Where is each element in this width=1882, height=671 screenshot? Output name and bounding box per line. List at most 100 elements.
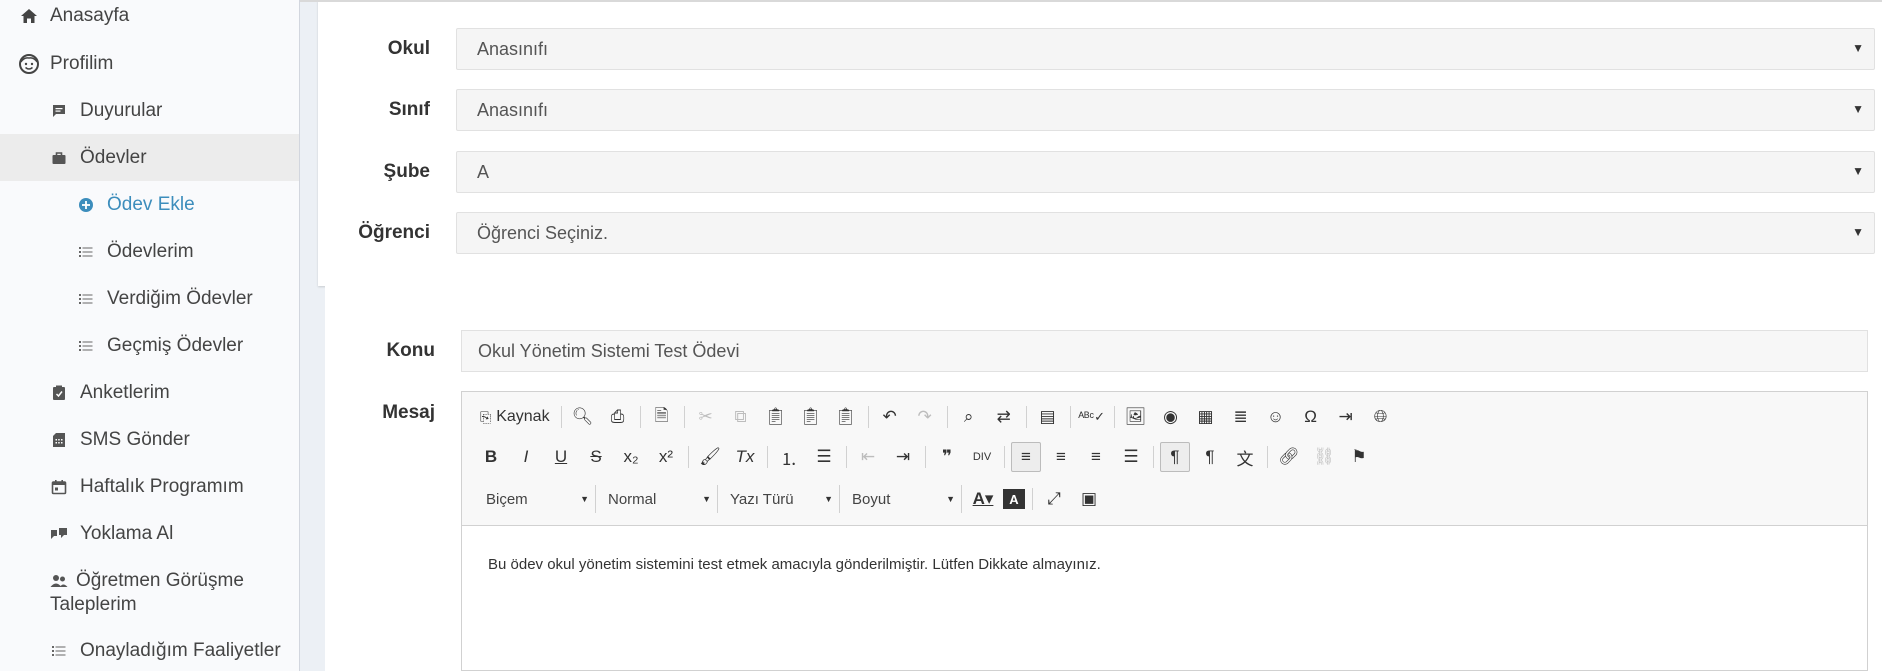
- special-char-icon[interactable]: Ω: [1296, 402, 1326, 432]
- blockquote-icon[interactable]: ❞: [932, 442, 962, 472]
- copy-icon[interactable]: ⧉: [726, 402, 756, 432]
- sidebar-item-label: Haftalık Programım: [80, 475, 244, 497]
- sidebar-item-odev-ekle[interactable]: Ödev Ekle: [0, 181, 299, 228]
- indent-icon[interactable]: ⇥: [888, 442, 918, 472]
- toolbar-row-1: ⎘ Kaynak 🔍︎ ⎙ 🗎 ✂ ⧉ 📋︎ 📋︎ 📋︎ ↶ ↷ ⌕ ⇄ ▤ ᴬᴮ…: [476, 400, 1401, 434]
- toolbar-separator: [683, 406, 685, 428]
- print-icon[interactable]: ⎙: [603, 402, 633, 432]
- align-justify-icon[interactable]: ☰: [1116, 442, 1146, 472]
- bulleted-list-icon[interactable]: ☰: [809, 442, 839, 472]
- align-left-icon[interactable]: ≡: [1011, 442, 1041, 472]
- chevron-down-icon: ▼: [1852, 41, 1864, 55]
- sidebar-item-label: SMS Gönder: [80, 428, 190, 450]
- editor-content[interactable]: Bu ödev okul yönetim sistemini test etme…: [488, 556, 1101, 573]
- toolbar-separator: [1113, 406, 1115, 428]
- sidebar-item-odevler[interactable]: Ödevler: [0, 134, 299, 181]
- undo-icon[interactable]: ↶: [875, 402, 905, 432]
- ogrenci-select[interactable]: Öğrenci Seçiniz. ▼: [456, 212, 1875, 254]
- numbered-list-icon[interactable]: ⒈: [774, 442, 804, 472]
- outdent-icon[interactable]: ⇤: [853, 442, 883, 472]
- show-blocks-icon[interactable]: ▣: [1074, 484, 1104, 514]
- sidebar-item-ogretmen-gorusme[interactable]: Öğretmen Görüşme Taleplerim: [0, 570, 299, 630]
- bg-color-icon[interactable]: A: [1003, 489, 1025, 509]
- paste-text-icon[interactable]: 📋︎: [796, 402, 826, 432]
- sidebar-item-profilim[interactable]: Profilim: [0, 40, 299, 87]
- face-icon: [18, 53, 40, 75]
- redo-icon[interactable]: ↷: [910, 402, 940, 432]
- sidebar-item-label: Profilim: [50, 52, 114, 74]
- sidebar-item-anasayfa[interactable]: Anasayfa: [0, 0, 299, 39]
- find-icon[interactable]: ⌕: [954, 402, 984, 432]
- subscript-icon[interactable]: x₂: [616, 442, 646, 472]
- plus-circle-icon: [75, 194, 97, 216]
- caret-down-icon: ▼: [580, 494, 589, 504]
- preview-icon[interactable]: 🔍︎: [568, 402, 598, 432]
- unlink-icon[interactable]: ⛓: [1309, 442, 1339, 472]
- sidebar-item-onayladigim-faaliyetler[interactable]: Onayladığım Faaliyetler: [0, 627, 299, 671]
- anchor-icon[interactable]: ⚑: [1344, 442, 1374, 472]
- sidebar-item-gecmis-odevler[interactable]: Geçmiş Ödevler: [0, 322, 299, 369]
- maximize-icon[interactable]: ⤢: [1039, 484, 1069, 514]
- language-icon[interactable]: 文: [1230, 442, 1260, 472]
- sidebar-item-odevlerim[interactable]: Ödevlerim: [0, 228, 299, 275]
- ogrenci-label: Öğrenci: [358, 222, 430, 243]
- spellcheck-icon[interactable]: ᴬᴮᶜ✓: [1077, 402, 1107, 432]
- sidebar-item-haftalik-programim[interactable]: Haftalık Programım: [0, 463, 299, 510]
- toolbar-separator: [1069, 406, 1071, 428]
- text-color-icon[interactable]: A▾: [968, 484, 998, 514]
- toolbar-separator: [1267, 446, 1268, 468]
- bold-icon[interactable]: B: [476, 442, 506, 472]
- underline-icon[interactable]: U: [546, 442, 576, 472]
- align-center-icon[interactable]: ≡: [1046, 442, 1076, 472]
- remove-format-icon[interactable]: Tx: [730, 442, 760, 472]
- ltr-icon[interactable]: ¶: [1160, 442, 1190, 472]
- list-icon: [75, 335, 97, 357]
- toolbar-row-3: Biçem ▼ Normal ▼ Yazı Türü ▼ Boyut ▼ A▾ A ⤢ …: [480, 482, 1109, 516]
- select-all-icon[interactable]: ▤: [1033, 402, 1063, 432]
- toolbar-separator: [925, 446, 926, 468]
- link-icon[interactable]: 🔗︎: [1274, 442, 1304, 472]
- copy-format-icon[interactable]: 🖌︎: [695, 442, 725, 472]
- chevron-down-icon: ▼: [1852, 225, 1864, 239]
- sidebar-item-sms-gonder[interactable]: SMS Gönder: [0, 416, 299, 463]
- page-break-icon[interactable]: ⇥: [1331, 402, 1361, 432]
- strikethrough-icon[interactable]: S: [581, 442, 611, 472]
- sidebar-item-anketlerim[interactable]: Anketlerim: [0, 369, 299, 416]
- horizontal-line-icon[interactable]: ≣: [1226, 402, 1256, 432]
- style-combo-label: Normal: [608, 490, 657, 508]
- people-icon: [48, 570, 70, 592]
- sidebar-item-duyurular[interactable]: Duyurular: [0, 87, 299, 134]
- italic-icon[interactable]: I: [511, 442, 541, 472]
- toolbar-separator: [688, 446, 689, 468]
- konu-input[interactable]: Okul Yönetim Sistemi Test Ödevi: [461, 330, 1868, 372]
- comment-icon: [48, 100, 70, 122]
- replace-icon[interactable]: ⇄: [989, 402, 1019, 432]
- cut-icon[interactable]: ✂: [691, 402, 721, 432]
- image-icon[interactable]: 🖼︎: [1121, 402, 1151, 432]
- flash-icon[interactable]: ◉: [1156, 402, 1186, 432]
- iframe-icon[interactable]: 🌐︎: [1366, 402, 1396, 432]
- font-combo-label: Yazı Türü: [730, 490, 794, 508]
- align-right-icon[interactable]: ≡: [1081, 442, 1111, 472]
- format-combo[interactable]: Biçem ▼: [480, 485, 596, 513]
- poll-icon: [48, 382, 70, 404]
- sidebar-item-verdigim-odevler[interactable]: Verdiğim Ödevler: [0, 275, 299, 322]
- create-div-icon[interactable]: DIV: [967, 442, 997, 472]
- sube-select[interactable]: A ▼: [456, 151, 1875, 193]
- table-icon[interactable]: ▦: [1191, 402, 1221, 432]
- size-combo[interactable]: Boyut ▼: [846, 485, 962, 513]
- source-button[interactable]: ⎘ Kaynak: [476, 402, 554, 432]
- superscript-icon[interactable]: x²: [651, 442, 681, 472]
- toolbar-separator: [946, 406, 948, 428]
- sidebar-item-label-line1: Öğretmen Görüşme: [76, 570, 244, 591]
- paste-word-icon[interactable]: 📋︎: [831, 402, 861, 432]
- sidebar-item-yoklama-al[interactable]: Yoklama Al: [0, 510, 299, 557]
- smiley-icon[interactable]: ☺: [1261, 402, 1291, 432]
- paste-icon[interactable]: 📋︎: [761, 402, 791, 432]
- sinif-select[interactable]: Anasınıfı ▼: [456, 89, 1875, 131]
- rtl-icon[interactable]: ¶: [1195, 442, 1225, 472]
- font-combo[interactable]: Yazı Türü ▼: [724, 485, 840, 513]
- okul-select[interactable]: Anasınıfı ▼: [456, 28, 1875, 70]
- style-combo[interactable]: Normal ▼: [602, 485, 718, 513]
- templates-icon[interactable]: 🗎: [647, 402, 677, 432]
